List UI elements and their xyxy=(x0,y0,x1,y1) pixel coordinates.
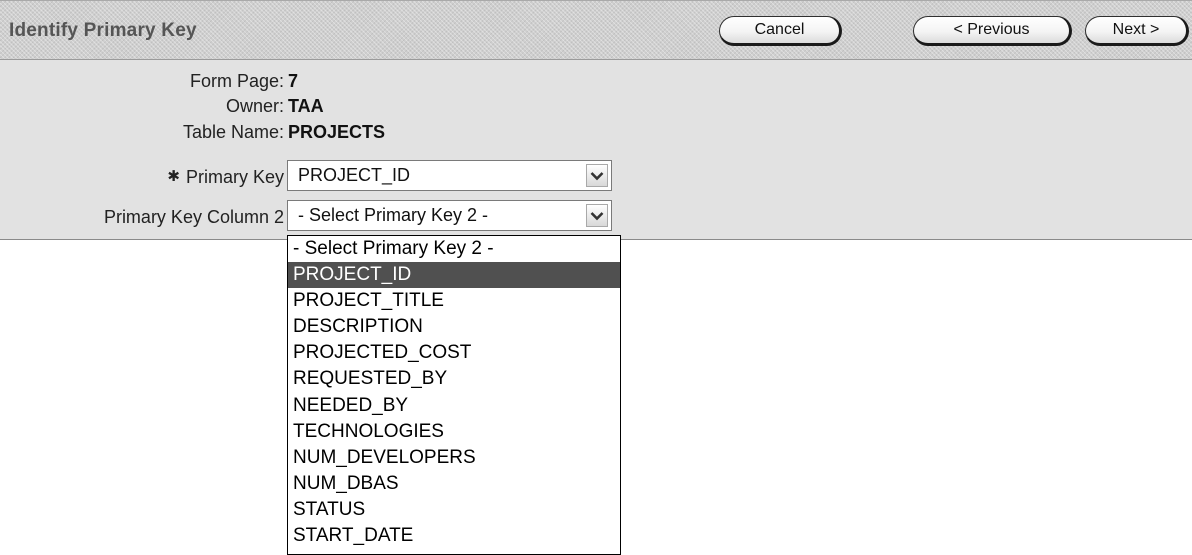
dropdown-option[interactable]: DESCRIPTION xyxy=(288,314,620,340)
chevron-down-icon[interactable] xyxy=(586,164,608,187)
dropdown-option[interactable]: NUM_DEVELOPERS xyxy=(288,445,620,471)
cancel-button[interactable]: Cancel xyxy=(719,16,842,46)
dropdown-option[interactable]: STATUS xyxy=(288,497,620,523)
form-page-value: 7 xyxy=(288,71,299,91)
primary-key-select[interactable]: PROJECT_ID xyxy=(287,160,612,191)
table-name-value: PROJECTS xyxy=(288,122,386,142)
table-name-label: Table Name: xyxy=(182,122,284,142)
primary-key-2-value: - Select Primary Key 2 - xyxy=(298,205,489,225)
dropdown-option[interactable]: REQUESTED_BY xyxy=(288,366,620,392)
dropdown-option[interactable]: START_DATE xyxy=(288,523,620,549)
owner-label: Owner: xyxy=(225,96,284,116)
dropdown-option[interactable]: TECHNOLOGIES xyxy=(288,419,620,445)
primary-key-2-label: Primary Key Column 2 xyxy=(103,207,284,227)
primary-key-value: PROJECT_ID xyxy=(298,165,411,185)
chevron-down-icon[interactable] xyxy=(586,204,608,227)
dropdown-option-highlighted[interactable]: PROJECT_ID xyxy=(288,262,620,289)
primary-key-row: ✱ Primary Key xyxy=(0,164,284,190)
region-header: Identify Primary Key Cancel < Previous N… xyxy=(0,0,1192,60)
primary-key-label-wrap: ✱ Primary Key xyxy=(0,164,284,190)
primary-key-2-dropdown-list[interactable]: - Select Primary Key 2 - PROJECT_ID PROJ… xyxy=(287,235,621,555)
dropdown-option[interactable]: PROJECTED_COST xyxy=(288,340,620,366)
form-page-label: Form Page: xyxy=(189,71,284,91)
dropdown-option[interactable]: NUM_DBAS xyxy=(288,471,620,497)
next-button[interactable]: Next > xyxy=(1085,16,1189,46)
form-page-row: Form Page: xyxy=(0,68,284,94)
primary-key-2-select[interactable]: - Select Primary Key 2 - xyxy=(287,200,612,231)
table-name-row: Table Name: xyxy=(0,119,284,145)
previous-button[interactable]: < Previous xyxy=(913,16,1072,46)
asterisk-icon: ✱ xyxy=(167,168,180,185)
dropdown-option[interactable]: PROJECT_TITLE xyxy=(288,288,620,314)
dropdown-option[interactable]: NEEDED_BY xyxy=(288,393,620,419)
region-title: Identify Primary Key xyxy=(9,20,197,41)
primary-key-label: Primary Key xyxy=(185,167,284,187)
primary-key-2-row: Primary Key Column 2 xyxy=(0,204,284,230)
owner-value: TAA xyxy=(288,96,324,116)
form-region: Form Page: 7 Owner: TAA Table Name: PROJ… xyxy=(0,60,1192,240)
owner-row: Owner: xyxy=(0,93,284,119)
dropdown-option[interactable]: - Select Primary Key 2 - xyxy=(288,236,620,262)
